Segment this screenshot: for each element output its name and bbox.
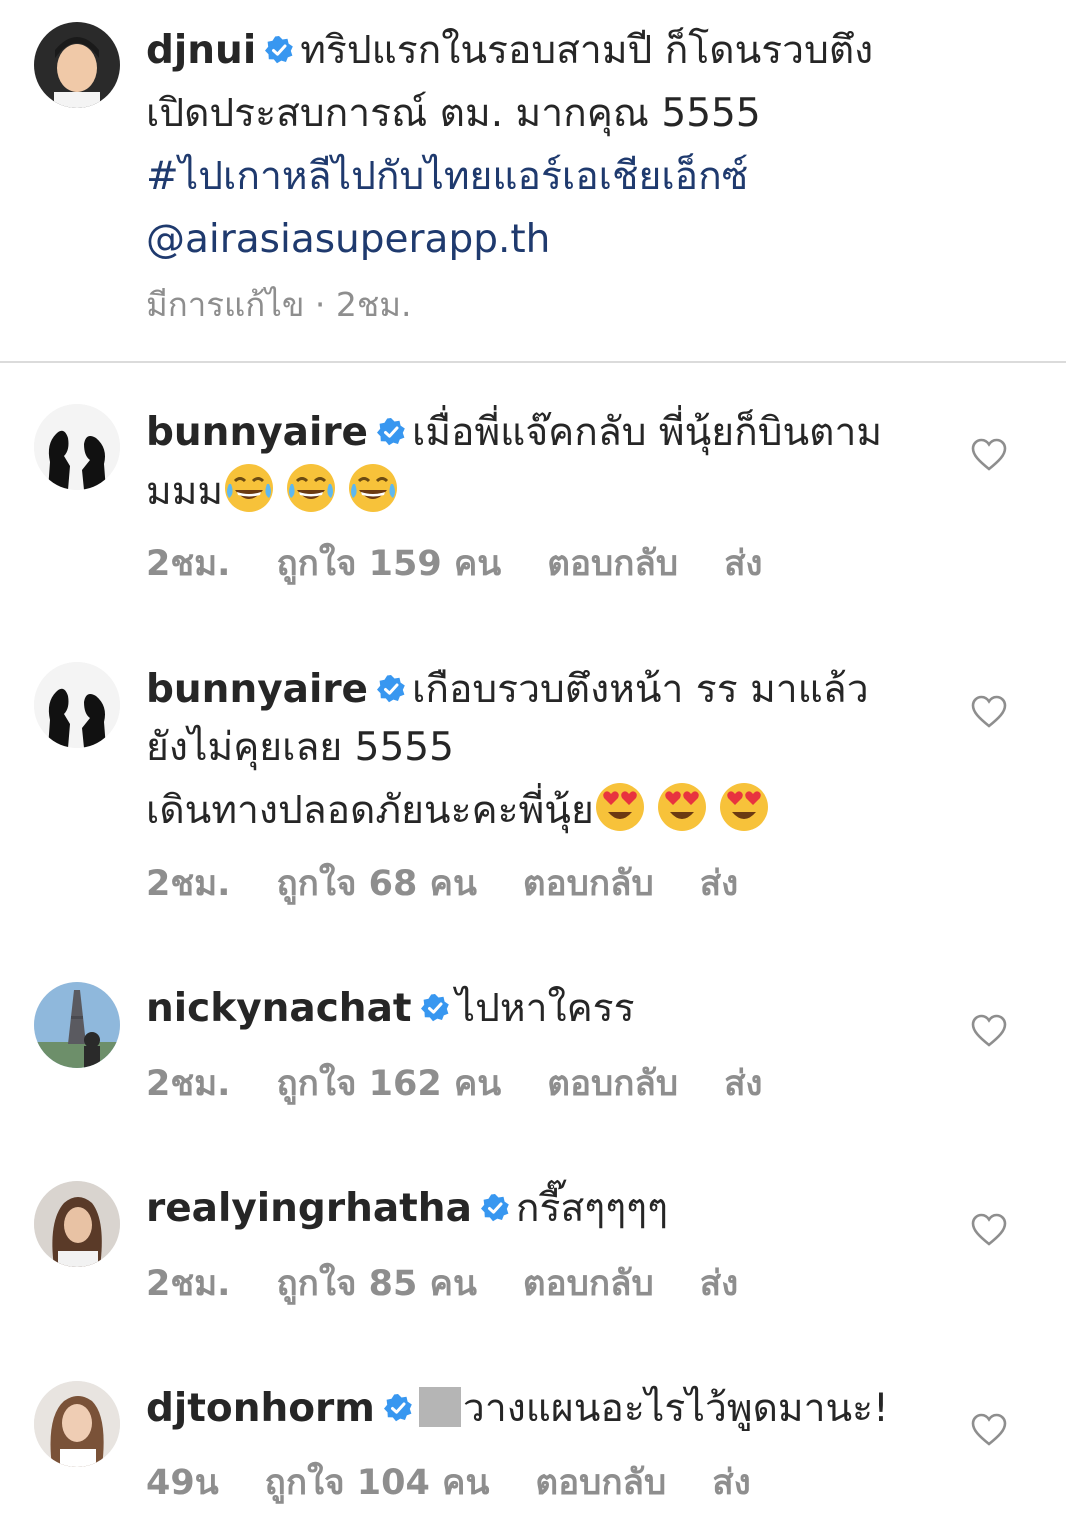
comment-time: 2ชม. — [146, 864, 231, 904]
face-with-tears-of-joy-icon — [223, 462, 275, 514]
comment-time: 2ชม. — [146, 1264, 231, 1304]
comment-meta: 49น ถูกใจ 104 คน ตอบกลับ ส่ง — [146, 1455, 797, 1510]
send-button[interactable]: ส่ง — [724, 1056, 762, 1111]
divider — [0, 361, 1066, 363]
comment-meta: 2ชม. ถูกใจ 68 คน ตอบกลับ ส่ง — [146, 856, 784, 911]
send-button[interactable]: ส่ง — [700, 856, 738, 911]
caption-line-1: ทริปแรกในรอบสามปี ก็โดนรวบตึง — [300, 28, 874, 73]
username[interactable]: bunnyaire — [146, 667, 368, 712]
send-button[interactable]: ส่ง — [712, 1455, 750, 1510]
like-count[interactable]: ถูกใจ 162 คน — [276, 1056, 501, 1111]
caption-content: djnui ทริปแรกในรอบสามปี ก็โดนรวบตึง เปิดป… — [146, 22, 946, 269]
username[interactable]: djnui — [146, 28, 256, 73]
verified-badge-icon — [376, 674, 406, 704]
like-heart-icon[interactable] — [971, 1213, 1007, 1247]
comment-text-line: วางแผนอะไรไว้พูดมานะ! — [462, 1386, 889, 1431]
caption-line-2: เปิดประสบการณ์ ตม. มากคุณ 5555 — [146, 91, 761, 136]
verified-badge-icon — [420, 993, 450, 1023]
comment-text-line: กรี๊สๆๆๆๆ — [515, 1186, 669, 1231]
username[interactable]: nickynachat — [146, 986, 412, 1031]
verified-badge-icon — [264, 35, 294, 65]
like-count[interactable]: ถูกใจ 159 คน — [276, 536, 501, 591]
mention-link[interactable]: @airasiasuperapp.th — [146, 211, 946, 269]
comment-time: 49น — [146, 1463, 219, 1503]
comment-text-line: เมื่อพี่แจ๊คกลับ พี่นุ้ยก็บินตาม — [412, 410, 883, 455]
comment-text-line: เกือบรวบตึงหน้า รร มาแล้ว — [412, 667, 869, 712]
avatar[interactable] — [34, 1181, 120, 1267]
avatar[interactable] — [34, 1381, 120, 1467]
username[interactable]: bunnyaire — [146, 410, 368, 455]
smiling-face-with-heart-eyes-icon — [594, 781, 646, 833]
comment-content: realyingrhatha กรี๊สๆๆๆๆ — [146, 1180, 936, 1238]
reply-button[interactable]: ตอบกลับ — [523, 856, 654, 911]
send-button[interactable]: ส่ง — [700, 1256, 738, 1311]
reply-button[interactable]: ตอบกลับ — [523, 1256, 654, 1311]
reply-button[interactable]: ตอบกลับ — [535, 1455, 666, 1510]
hashtag-link[interactable]: #ไปเกาหลีไปกับไทยแอร์เอเชียเอ็กซ์ — [146, 148, 946, 206]
comment-content: bunnyaire เมื่อพี่แจ๊คกลับ พี่นุ้ยก็บินตา… — [146, 404, 936, 521]
avatar[interactable] — [34, 404, 120, 490]
redacted-mention — [418, 1387, 461, 1427]
smiling-face-with-heart-eyes-icon — [718, 781, 770, 833]
like-count[interactable]: ถูกใจ 104 คน — [265, 1455, 490, 1510]
comment-meta: 2ชม. ถูกใจ 159 คน ตอบกลับ ส่ง — [146, 536, 809, 591]
username[interactable]: djtonhorm — [146, 1386, 375, 1431]
send-button[interactable]: ส่ง — [724, 536, 762, 591]
verified-badge-icon — [376, 417, 406, 447]
face-with-tears-of-joy-icon — [347, 462, 399, 514]
comment-text-line: มมม — [146, 469, 224, 514]
avatar[interactable] — [34, 662, 120, 748]
like-count[interactable]: ถูกใจ 85 คน — [276, 1256, 476, 1311]
reply-button[interactable]: ตอบกลับ — [547, 536, 678, 591]
avatar[interactable] — [34, 982, 120, 1068]
comment-text-line: เดินทางปลอดภัยนะคะพี่นุ้ย — [146, 788, 594, 833]
comment-time: 2ชม. — [146, 544, 231, 584]
comment-time: 2ชม. — [146, 1064, 231, 1104]
caption-meta: มีการแก้ไข · 2ชม. — [146, 285, 412, 324]
verified-badge-icon — [480, 1193, 510, 1223]
verified-badge-icon — [383, 1393, 413, 1423]
comment-content: djtonhorm วางแผนอะไรไว้พูดมานะ! — [146, 1380, 936, 1438]
comment-meta: 2ชม. ถูกใจ 162 คน ตอบกลับ ส่ง — [146, 1056, 809, 1111]
reply-button[interactable]: ตอบกลับ — [547, 1056, 678, 1111]
comment-content: nickynachat ไปหาใครร — [146, 980, 936, 1038]
avatar[interactable] — [34, 22, 120, 108]
username[interactable]: realyingrhatha — [146, 1186, 472, 1231]
like-count[interactable]: ถูกใจ 68 คน — [276, 856, 476, 911]
comment-text-line: ยังไม่คุยเลย 5555 — [146, 725, 454, 770]
like-heart-icon[interactable] — [971, 695, 1007, 729]
comment-meta: 2ชม. ถูกใจ 85 คน ตอบกลับ ส่ง — [146, 1256, 784, 1311]
like-heart-icon[interactable] — [971, 1014, 1007, 1048]
smiling-face-with-heart-eyes-icon — [656, 781, 708, 833]
comment-text-line: ไปหาใครร — [455, 986, 635, 1031]
like-heart-icon[interactable] — [971, 438, 1007, 472]
face-with-tears-of-joy-icon — [285, 462, 337, 514]
like-heart-icon[interactable] — [971, 1413, 1007, 1447]
comment-content: bunnyaire เกือบรวบตึงหน้า รร มาแล้ว ยังไม… — [146, 661, 936, 840]
